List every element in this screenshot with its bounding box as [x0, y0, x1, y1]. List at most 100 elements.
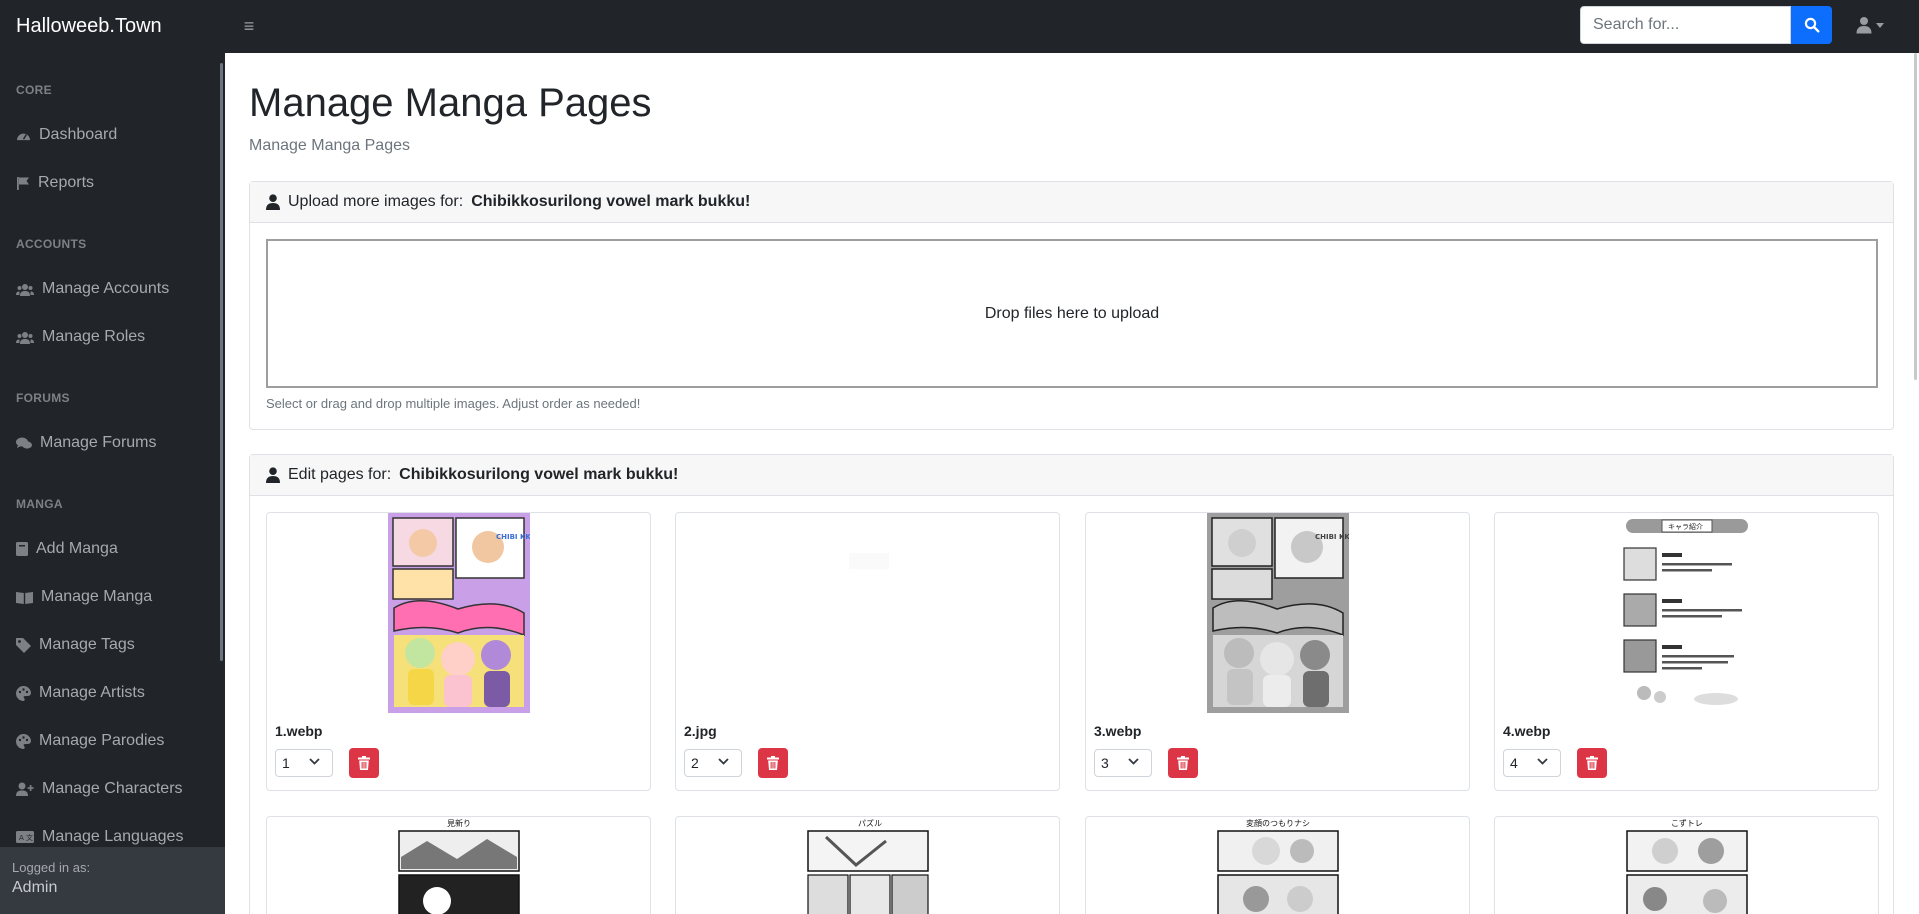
main-content: Manage Manga Pages Manage Manga Pages Up…: [225, 53, 1917, 914]
page-caption: パズル: [858, 818, 882, 828]
page-thumbnail[interactable]: キャラ紹介: [1615, 513, 1758, 713]
tag-icon: [16, 637, 31, 653]
sidebar-item-dashboard[interactable]: Dashboard: [16, 126, 117, 144]
sidebar-item-manage-forums[interactable]: Manage Forums: [16, 434, 157, 452]
page-caption: 見新り: [447, 818, 471, 828]
upload-card: Upload more images for: Chibikkosurilong…: [249, 181, 1894, 430]
page-thumbnail[interactable]: こずトレ: [1624, 817, 1749, 914]
page-card: CHIBI KKO 3.webp 3: [1085, 512, 1470, 791]
edit-pages-card: Edit pages for: Chibikkosurilong vowel m…: [249, 454, 1894, 914]
upload-help-text: Select or drag and drop multiple images.…: [266, 396, 641, 411]
page-card: 2.jpg 2: [675, 512, 1060, 791]
svg-text:A: A: [19, 834, 24, 842]
page-caption: こずトレ: [1671, 818, 1703, 828]
sidebar-scrollbar[interactable]: [220, 63, 223, 661]
delete-page-button[interactable]: [349, 748, 379, 778]
page-thumbnail[interactable]: 見新り: [396, 817, 521, 914]
sidebar-toggle-icon[interactable]: ≡: [234, 16, 264, 37]
page-order-select[interactable]: 3: [1094, 749, 1152, 777]
sidebar-heading-manga: MANGA: [16, 497, 63, 511]
logged-in-label: Logged in as:: [12, 860, 91, 875]
top-navbar: Halloweeb.Town ≡: [0, 0, 1919, 53]
upload-manga-title: Chibikkosurilong vowel mark bukku!: [471, 193, 751, 210]
page-thumbnail[interactable]: CHIBI KKO: [1206, 513, 1349, 713]
sidebar-item-label: Manage Tags: [39, 636, 135, 653]
sidebar-item-manage-roles[interactable]: Manage Roles: [16, 328, 145, 346]
sidebar-menu: CORE Dashboard Reports ACCOUNTS Manage A…: [0, 53, 225, 847]
sidebar-item-manage-parodies[interactable]: Manage Parodies: [16, 732, 164, 750]
page-card: 変顔のつもりナシ: [1085, 816, 1470, 914]
page-thumbnail[interactable]: [796, 513, 939, 713]
delete-page-button[interactable]: [1168, 748, 1198, 778]
sidebar-item-manage-manga[interactable]: Manage Manga: [16, 588, 152, 606]
palette-icon: [16, 685, 31, 701]
user-icon: [1856, 17, 1872, 34]
upload-card-header: Upload more images for: Chibikkosurilong…: [250, 182, 1893, 223]
sidebar-item-label: Manage Artists: [39, 684, 145, 701]
page-filename: 4.webp: [1503, 723, 1551, 739]
page-caption: 変顔のつもりナシ: [1246, 818, 1310, 828]
sidebar-item-label: Manage Roles: [42, 328, 146, 345]
sidebar-item-label: Manage Characters: [42, 780, 183, 797]
search-icon: [1804, 17, 1820, 33]
edit-card-header: Edit pages for: Chibikkosurilong vowel m…: [250, 455, 1893, 496]
delete-page-button[interactable]: [1577, 748, 1607, 778]
sidebar-item-label: Manage Languages: [42, 828, 184, 845]
page-card: パズル: [675, 816, 1060, 914]
page-filename: 3.webp: [1094, 723, 1142, 739]
cover-badge-text: CHIBI KKO: [1315, 533, 1349, 541]
user-icon: [266, 194, 280, 210]
user-menu-dropdown[interactable]: [1856, 16, 1884, 34]
sidebar-item-reports[interactable]: Reports: [16, 174, 94, 192]
sidebar-item-label: Manage Manga: [41, 588, 153, 605]
sidebar-heading-core: CORE: [16, 83, 52, 97]
sidebar-item-label: Manage Accounts: [42, 280, 170, 297]
svg-text:文: 文: [26, 833, 33, 842]
page-thumbnail[interactable]: 変顔のつもりナシ: [1215, 817, 1340, 914]
search-input[interactable]: [1580, 6, 1791, 44]
page-order-select[interactable]: 2: [684, 749, 742, 777]
page-card: キャラ紹介 4.webp 4: [1494, 512, 1879, 791]
page-card: CHIBI KKO 1.webp 1: [266, 512, 651, 791]
search-button[interactable]: [1791, 6, 1832, 44]
edit-manga-title: Chibikkosurilong vowel mark bukku!: [399, 466, 679, 483]
search-form: [1580, 6, 1832, 44]
file-dropzone[interactable]: Drop files here to upload: [266, 239, 1878, 388]
delete-page-button[interactable]: [758, 748, 788, 778]
breadcrumb: Manage Manga Pages: [249, 137, 410, 154]
user-icon: [266, 467, 280, 483]
page-order-select[interactable]: 1: [275, 749, 333, 777]
page-filename: 1.webp: [275, 723, 323, 739]
profile-header-text: キャラ紹介: [1668, 522, 1703, 531]
language-icon: A文: [16, 831, 34, 843]
trash-icon: [1586, 756, 1598, 770]
sidebar-item-manage-characters[interactable]: Manage Characters: [16, 780, 183, 798]
book-open-icon: [16, 591, 33, 604]
sidebar-item-manage-accounts[interactable]: Manage Accounts: [16, 280, 169, 298]
sidebar-item-manage-artists[interactable]: Manage Artists: [16, 684, 145, 702]
sidebar-item-label: Reports: [38, 174, 95, 191]
sidebar-item-label: Manage Forums: [40, 434, 157, 451]
flag-icon: [17, 176, 29, 190]
page-filename: 2.jpg: [684, 723, 717, 739]
page-card: こずトレ: [1494, 816, 1879, 914]
page-thumbnail[interactable]: パズル: [805, 817, 930, 914]
book-icon: [16, 542, 28, 556]
users-icon: [16, 283, 34, 296]
page-thumbnail[interactable]: CHIBI KKO: [387, 513, 530, 713]
trash-icon: [767, 756, 779, 770]
trash-icon: [358, 756, 370, 770]
palette-icon: [16, 733, 31, 749]
sidebar-item-manage-languages[interactable]: A文 Manage Languages: [16, 828, 183, 846]
page-order-select[interactable]: 4: [1503, 749, 1561, 777]
sidebar-heading-forums: FORUMS: [16, 391, 70, 405]
sidebar-item-manage-tags[interactable]: Manage Tags: [16, 636, 135, 654]
users-icon: [16, 331, 34, 344]
trash-icon: [1177, 756, 1189, 770]
brand-logo[interactable]: Halloweeb.Town: [0, 15, 225, 38]
dropzone-text: Drop files here to upload: [984, 304, 1160, 322]
tachometer-icon: [17, 133, 30, 140]
page-card: 見新り: [266, 816, 651, 914]
sidebar-item-label: Add Manga: [36, 540, 118, 557]
sidebar-item-add-manga[interactable]: Add Manga: [16, 540, 118, 558]
